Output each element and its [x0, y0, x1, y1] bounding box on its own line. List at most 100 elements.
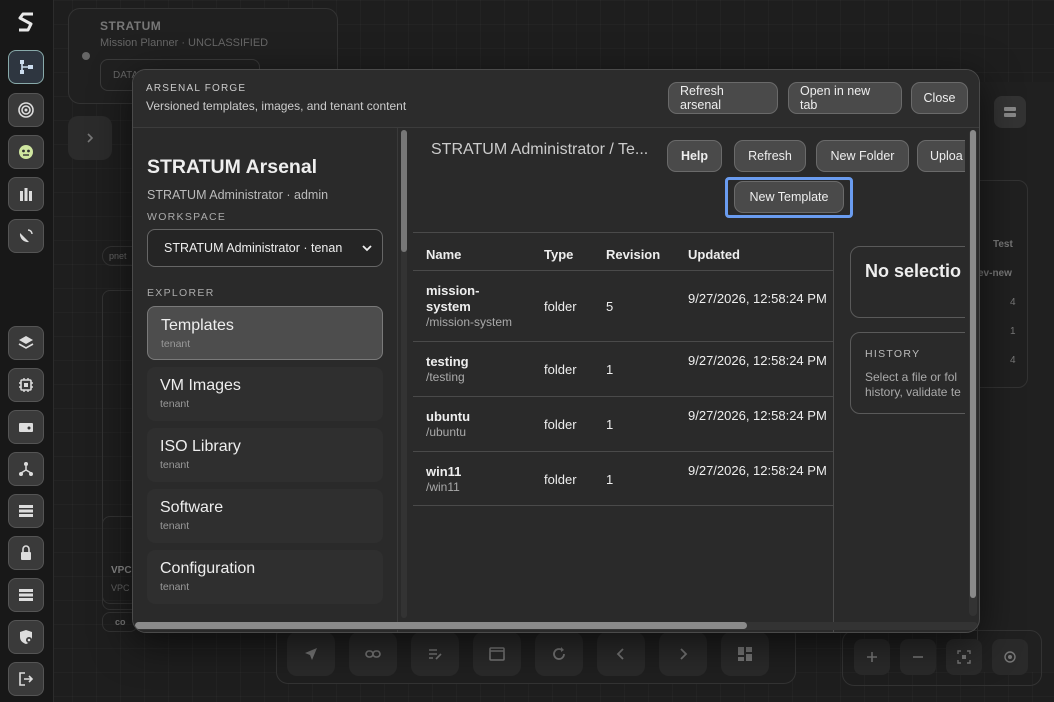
- stratum-logo-icon: [18, 12, 33, 32]
- row-revision: 1: [606, 362, 614, 377]
- row-path: /testing: [426, 370, 465, 384]
- grid-icon: [738, 647, 752, 661]
- list-view-button[interactable]: [994, 96, 1026, 128]
- history-label: HISTORY: [865, 348, 921, 360]
- row-name: testing /testing: [426, 354, 526, 384]
- rail-storage-button[interactable]: [8, 410, 44, 444]
- row-name-text: mission-system: [426, 283, 480, 314]
- explorer-item-scope: tenant: [161, 338, 191, 350]
- rail-network-button[interactable]: [8, 452, 44, 486]
- explorer-item-configuration[interactable]: Configuration tenant: [147, 550, 383, 604]
- link-tool-button[interactable]: [349, 632, 397, 676]
- arsenal-icon: [20, 188, 32, 201]
- explorer-item-scope: tenant: [160, 398, 190, 410]
- rail-list-button[interactable]: [8, 494, 44, 528]
- rail-satellite-button[interactable]: [8, 219, 44, 253]
- sidebar-scrollbar-thumb[interactable]: [401, 130, 407, 252]
- workspace-select[interactable]: STRATUM Administrator · tenan: [147, 229, 383, 267]
- rail-arsenal-button[interactable]: [8, 177, 44, 211]
- chevron-right-icon: [680, 648, 688, 660]
- vpc-sub-label: VPC: [111, 583, 130, 593]
- explorer-item-templates[interactable]: Templates tenant: [147, 306, 383, 360]
- rail-security-button[interactable]: [8, 536, 44, 570]
- workspace-select-value: STRATUM Administrator · tenan: [164, 241, 343, 255]
- rail-inventory-button[interactable]: [8, 578, 44, 612]
- open-in-new-tab-button[interactable]: Open in new tab: [788, 82, 902, 114]
- plus-icon: [867, 652, 877, 662]
- navigate-tool-button[interactable]: [287, 632, 335, 676]
- modal-eyebrow: ARSENAL FORGE: [146, 83, 247, 94]
- zoom-in-button[interactable]: [854, 639, 890, 675]
- redo-tool-button[interactable]: [535, 632, 583, 676]
- row-path: /ubuntu: [426, 425, 467, 439]
- table-row[interactable]: mission-system /mission-system folder 5 …: [413, 270, 833, 341]
- rail-logout-button[interactable]: [8, 662, 44, 696]
- status-dot: [82, 52, 90, 60]
- next-button[interactable]: [659, 632, 707, 676]
- column-header-updated[interactable]: Updated: [688, 247, 740, 262]
- vpc-label: VPC: [111, 565, 132, 576]
- modal-header: ARSENAL FORGE Versioned templates, image…: [133, 70, 979, 128]
- network-hub-icon: [19, 462, 33, 476]
- prev-button[interactable]: [597, 632, 645, 676]
- new-template-button[interactable]: New Template: [734, 181, 844, 213]
- explorer-item-software[interactable]: Software tenant: [147, 489, 383, 543]
- cpu-chip-icon: [19, 378, 33, 392]
- explorer-item-iso-library[interactable]: ISO Library tenant: [147, 428, 383, 482]
- upload-button[interactable]: Uploa: [917, 140, 965, 172]
- workspace-label: WORKSPACE: [147, 211, 227, 223]
- chevron-right-icon: [87, 133, 94, 143]
- table-row[interactable]: win11 /win11 folder 1 9/27/2026, 12:58:2…: [413, 451, 833, 506]
- chevron-left-icon: [616, 648, 624, 660]
- explorer-item-scope: tenant: [160, 459, 190, 471]
- app-rail: [0, 0, 54, 702]
- modal-subtitle: Versioned templates, images, and tenant …: [146, 99, 407, 113]
- rail-mission-tree-button[interactable]: [8, 50, 44, 84]
- table-row[interactable]: ubuntu /ubuntu folder 1 9/27/2026, 12:58…: [413, 396, 833, 451]
- explorer-item-name: ISO Library: [160, 438, 241, 455]
- rail-policy-button[interactable]: [8, 620, 44, 654]
- table-header-row: Name Type Revision Updated: [413, 232, 833, 270]
- row-updated: 9/27/2026, 12:58:24 PM: [688, 463, 827, 478]
- center-view-button[interactable]: [992, 639, 1028, 675]
- right-table-value: 1: [1010, 326, 1016, 337]
- co-label: co: [115, 617, 126, 627]
- stratum-logo: [13, 8, 41, 36]
- rail-target-button[interactable]: [8, 93, 44, 127]
- breadcrumb: STRATUM Administrator / Te...: [431, 141, 649, 158]
- column-header-revision[interactable]: Revision: [606, 247, 660, 262]
- refresh-button[interactable]: Refresh: [734, 140, 806, 172]
- row-type: folder: [544, 417, 577, 432]
- target-icon: [1004, 651, 1016, 663]
- grid-tool-button[interactable]: [721, 632, 769, 676]
- fit-view-button[interactable]: [946, 639, 982, 675]
- rail-agent-button[interactable]: [8, 135, 44, 169]
- explorer-label: EXPLORER: [147, 287, 215, 299]
- refresh-arsenal-button[interactable]: Refresh arsenal: [668, 82, 778, 114]
- row-name: mission-system /mission-system: [426, 283, 526, 329]
- history-card: HISTORY Select a file or fol history, va…: [850, 332, 965, 414]
- explorer-item-vm-images[interactable]: VM Images tenant: [147, 367, 383, 421]
- rail-chip-button[interactable]: [8, 368, 44, 402]
- content-scrollbar-thumb[interactable]: [970, 130, 976, 598]
- right-table-value: 4: [1010, 355, 1016, 366]
- notes-tool-button[interactable]: [411, 632, 459, 676]
- zoom-out-button[interactable]: [900, 639, 936, 675]
- row-updated: 9/27/2026, 12:58:24 PM: [688, 291, 827, 306]
- horizontal-scrollbar-thumb[interactable]: [135, 622, 747, 629]
- help-button[interactable]: Help: [667, 140, 722, 172]
- rail-layers-button[interactable]: [8, 326, 44, 360]
- column-header-type[interactable]: Type: [544, 247, 573, 262]
- explorer-item-scope: tenant: [160, 581, 190, 593]
- new-folder-button[interactable]: New Folder: [816, 140, 909, 172]
- close-button[interactable]: Close: [911, 82, 968, 114]
- frame-tool-button[interactable]: [473, 632, 521, 676]
- row-updated: 9/27/2026, 12:58:24 PM: [688, 408, 827, 423]
- explorer-item-name: Templates: [161, 317, 234, 334]
- explorer-item-scope: tenant: [160, 520, 190, 532]
- column-header-name[interactable]: Name: [426, 247, 461, 262]
- row-revision: 1: [606, 472, 614, 487]
- expand-panel-button[interactable]: [68, 116, 112, 160]
- explorer-item-name: VM Images: [160, 377, 241, 394]
- table-row[interactable]: testing /testing folder 1 9/27/2026, 12:…: [413, 341, 833, 396]
